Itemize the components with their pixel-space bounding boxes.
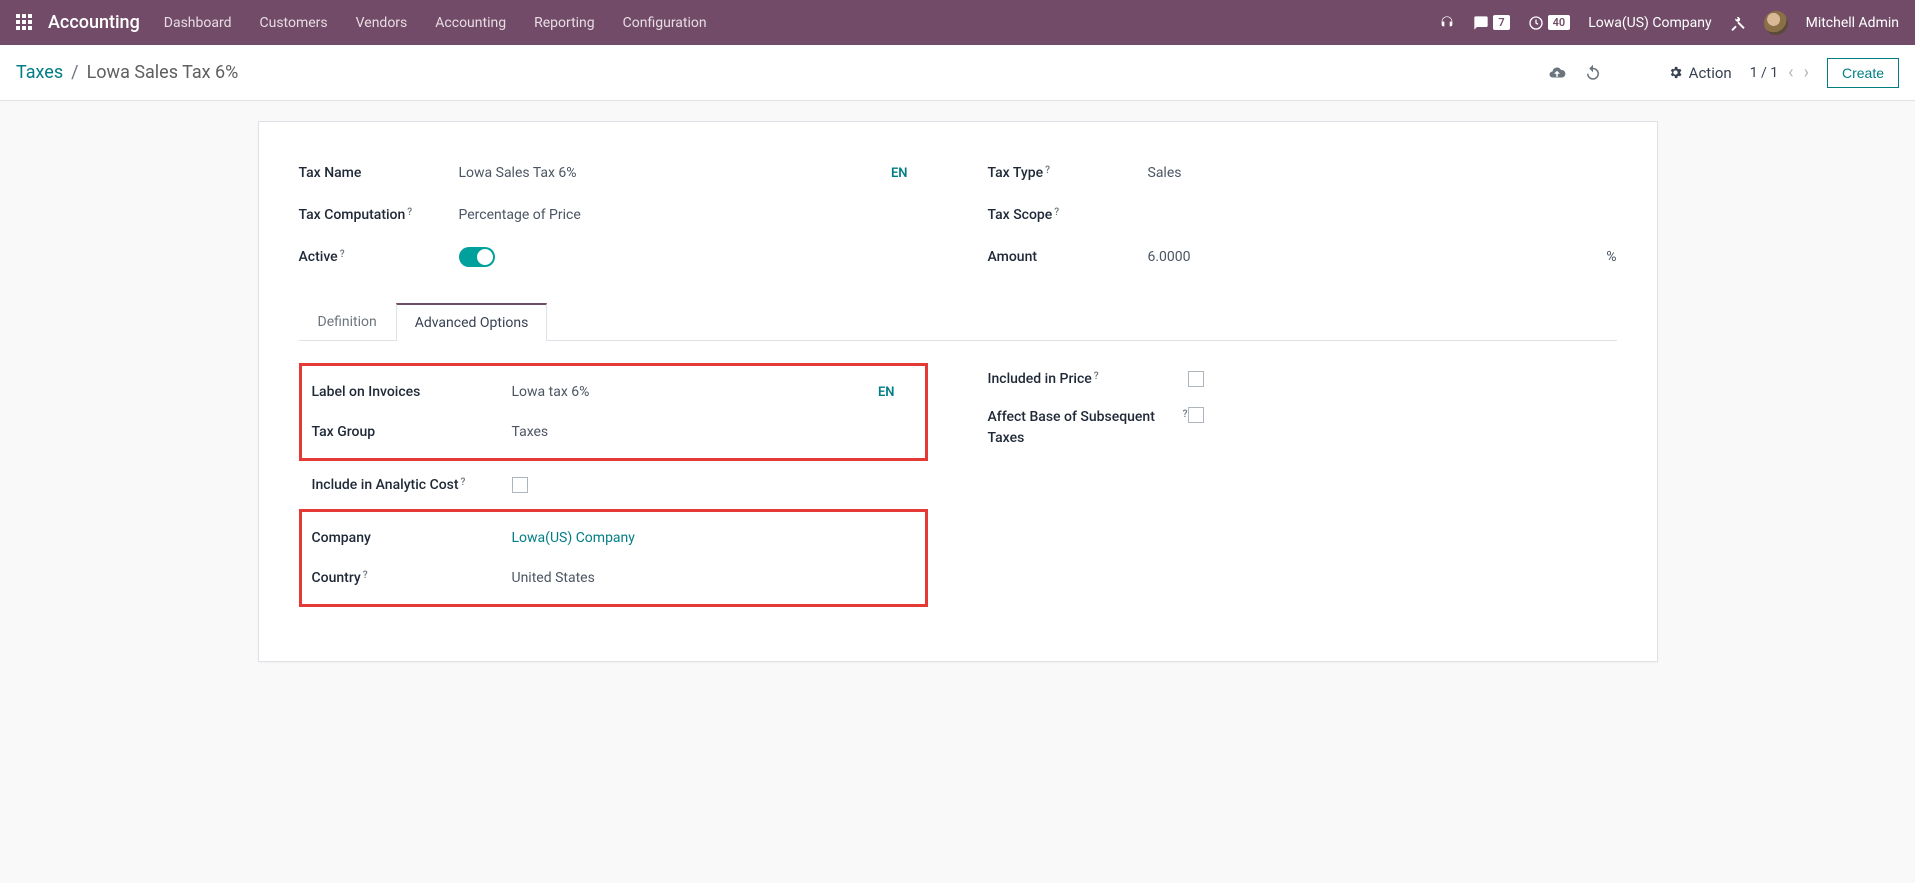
content-area: Tax Name Lowa Sales Tax 6% EN Tax Comput… (0, 101, 1915, 702)
active-label: Active? (299, 249, 459, 265)
company-switcher[interactable]: Lowa(US) Company (1588, 15, 1711, 31)
topnav-right: 7 40 Lowa(US) Company Mitchell Admin (1439, 11, 1899, 35)
support-icon[interactable] (1439, 15, 1455, 31)
amount-suffix: % (1606, 249, 1616, 265)
pager: 1 / 1 ‹ › (1750, 62, 1809, 83)
activities-badge: 40 (1548, 15, 1571, 30)
avatar[interactable] (1764, 11, 1788, 35)
apps-icon[interactable] (16, 14, 34, 32)
tax-group-value[interactable]: Taxes (512, 424, 549, 440)
main-menu: Dashboard Customers Vendors Accounting R… (164, 15, 707, 31)
help-icon[interactable]: ? (340, 249, 345, 260)
company-value[interactable]: Lowa(US) Company (512, 530, 635, 546)
tabs: Definition Advanced Options (299, 302, 1617, 341)
tax-computation-label: Tax Computation? (299, 207, 459, 223)
tax-name-value[interactable]: Lowa Sales Tax 6% (459, 165, 891, 181)
help-icon[interactable]: ? (1094, 371, 1099, 382)
help-icon[interactable]: ? (461, 477, 466, 488)
included-in-price-label: Included in Price? (988, 371, 1188, 387)
app-brand[interactable]: Accounting (48, 12, 140, 33)
country-label: Country? (312, 570, 512, 586)
menu-vendors[interactable]: Vendors (356, 15, 408, 31)
top-navbar: Accounting Dashboard Customers Vendors A… (0, 0, 1915, 45)
included-in-price-checkbox[interactable] (1188, 371, 1204, 387)
tax-type-value[interactable]: Sales (1148, 165, 1617, 181)
highlight-box-2: Company Lowa(US) Company Country? United… (299, 509, 928, 607)
amount-label: Amount (988, 249, 1148, 265)
help-icon[interactable]: ? (407, 207, 412, 218)
menu-dashboard[interactable]: Dashboard (164, 15, 232, 31)
menu-customers[interactable]: Customers (260, 15, 328, 31)
include-analytic-label: Include in Analytic Cost? (312, 477, 512, 493)
tools-icon[interactable] (1730, 15, 1746, 31)
pager-next-icon[interactable]: › (1804, 62, 1809, 83)
breadcrumb-root[interactable]: Taxes (16, 62, 63, 83)
undo-icon[interactable] (1584, 64, 1602, 82)
tab-advanced-options[interactable]: Advanced Options (396, 303, 548, 341)
activities-icon[interactable]: 40 (1528, 15, 1571, 31)
pager-prev-icon[interactable]: ‹ (1788, 62, 1793, 83)
tax-name-label: Tax Name (299, 165, 459, 181)
messages-icon[interactable]: 7 (1473, 15, 1509, 31)
pager-text: 1 / 1 (1750, 65, 1778, 81)
country-value[interactable]: United States (512, 570, 595, 586)
gear-icon (1668, 65, 1683, 80)
control-bar: Taxes / Lowa Sales Tax 6% Action 1 / 1 ‹… (0, 45, 1915, 101)
username[interactable]: Mitchell Admin (1806, 15, 1899, 31)
help-icon[interactable]: ? (1183, 407, 1188, 422)
menu-configuration[interactable]: Configuration (623, 15, 707, 31)
company-label: Company (312, 530, 512, 546)
help-icon[interactable]: ? (1054, 207, 1059, 218)
control-tools: Action 1 / 1 ‹ › Create (1548, 58, 1899, 88)
tax-name-lang[interactable]: EN (891, 166, 908, 181)
tax-group-label: Tax Group (312, 424, 512, 440)
help-icon[interactable]: ? (363, 570, 368, 581)
tax-type-label: Tax Type? (988, 165, 1148, 181)
cloud-upload-icon[interactable] (1548, 64, 1566, 82)
tax-scope-label: Tax Scope? (988, 207, 1148, 223)
form-sheet: Tax Name Lowa Sales Tax 6% EN Tax Comput… (258, 121, 1658, 662)
label-on-invoices-lang[interactable]: EN (878, 385, 895, 400)
tab-definition[interactable]: Definition (299, 303, 396, 341)
label-on-invoices-value[interactable]: Lowa tax 6% (512, 384, 590, 400)
action-menu[interactable]: Action (1668, 64, 1732, 82)
active-toggle[interactable] (459, 247, 495, 267)
menu-accounting[interactable]: Accounting (435, 15, 506, 31)
menu-reporting[interactable]: Reporting (534, 15, 595, 31)
breadcrumb: Taxes / Lowa Sales Tax 6% (16, 62, 238, 83)
messages-badge: 7 (1493, 15, 1509, 30)
affect-base-label: Affect Base of Subsequent Taxes? (988, 407, 1188, 449)
breadcrumb-current: Lowa Sales Tax 6% (87, 62, 239, 83)
include-analytic-checkbox[interactable] (512, 477, 528, 493)
tax-computation-value[interactable]: Percentage of Price (459, 207, 928, 223)
action-label: Action (1689, 64, 1732, 82)
amount-value[interactable]: 6.0000 (1148, 249, 1517, 265)
label-on-invoices-label: Label on Invoices (312, 384, 512, 400)
help-icon[interactable]: ? (1045, 165, 1050, 176)
highlight-box-1: Label on Invoices Lowa tax 6% EN Tax Gro… (299, 363, 928, 461)
affect-base-checkbox[interactable] (1188, 407, 1204, 423)
breadcrumb-sep: / (71, 62, 78, 83)
create-button[interactable]: Create (1827, 58, 1899, 88)
